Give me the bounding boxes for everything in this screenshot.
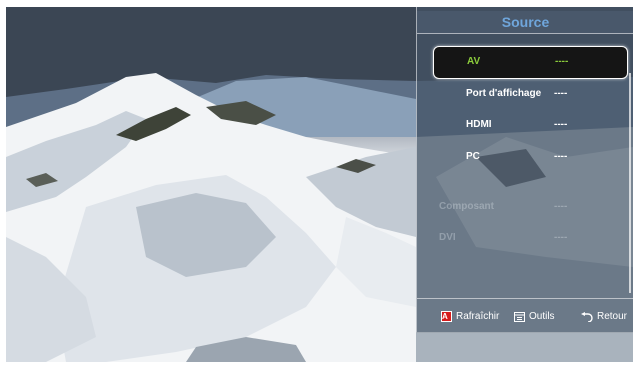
source-item-label: PC bbox=[466, 151, 480, 162]
tools-button[interactable]: Outils bbox=[514, 311, 555, 322]
tools-label: Outils bbox=[529, 311, 555, 322]
source-item-label: HDMI bbox=[466, 119, 492, 130]
source-menu-panel: Source AV ---- Port d'affichage ---- HDM… bbox=[416, 7, 633, 333]
source-item-value: ---- bbox=[555, 56, 569, 67]
source-item-label: DVI bbox=[439, 232, 456, 243]
return-arrow-icon bbox=[581, 311, 593, 322]
menu-title: Source bbox=[417, 11, 633, 34]
source-item-composant: Composant ---- bbox=[433, 192, 626, 223]
red-a-key-icon: A bbox=[441, 311, 452, 322]
source-item-value: ---- bbox=[554, 232, 568, 243]
return-label: Retour bbox=[597, 311, 628, 322]
source-item-value: ---- bbox=[554, 88, 568, 99]
tv-screen: Source AV ---- Port d'affichage ---- HDM… bbox=[6, 7, 633, 362]
source-item-value: ---- bbox=[554, 201, 568, 212]
source-item-value: ---- bbox=[554, 151, 568, 162]
source-item-label: Port d'affichage bbox=[466, 88, 542, 99]
source-item-hdmi[interactable]: HDMI ---- bbox=[433, 110, 626, 141]
source-item-label: Composant bbox=[439, 201, 494, 212]
source-item-pc[interactable]: PC ---- bbox=[433, 142, 626, 173]
refresh-label: Rafraîchir bbox=[456, 311, 500, 322]
tools-icon bbox=[514, 311, 525, 322]
source-item-av[interactable]: AV ---- bbox=[433, 46, 628, 79]
source-item-port-affichage[interactable]: Port d'affichage ---- bbox=[433, 79, 626, 110]
menu-scrollbar[interactable] bbox=[629, 73, 631, 293]
refresh-button[interactable]: A Rafraîchir bbox=[441, 311, 499, 322]
return-button[interactable]: Retour bbox=[581, 311, 627, 322]
menu-footer: A Rafraîchir Outils Retour bbox=[417, 298, 633, 333]
source-item-label: AV bbox=[467, 56, 481, 67]
source-item-dvi: DVI ---- bbox=[433, 223, 626, 254]
source-item-value: ---- bbox=[554, 119, 568, 130]
